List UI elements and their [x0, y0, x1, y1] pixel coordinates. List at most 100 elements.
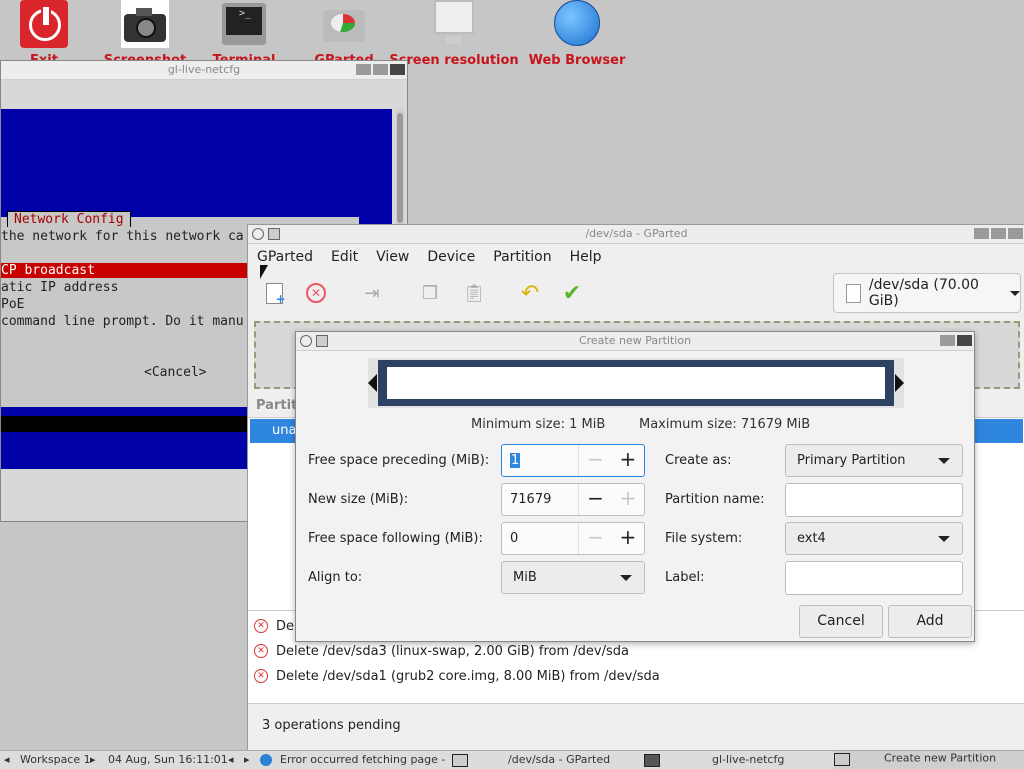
operation-item[interactable]: ✕ Delete /dev/sda1 (grub2 core.img, 8.00 …	[254, 664, 660, 688]
resize-button[interactable]: ⇥	[358, 279, 386, 307]
new-size-spinner[interactable]: 71679 − +	[501, 483, 645, 516]
minimize-button[interactable]	[356, 64, 371, 75]
desktop-icon-exit[interactable]: Exit	[19, 0, 69, 68]
desktop-icon-web-browser[interactable]: Web Browser	[529, 0, 625, 68]
align-to-value: MiB	[513, 570, 537, 585]
label-input[interactable]	[785, 561, 963, 595]
terminal-titlebar[interactable]: gl-live-netcfg	[1, 61, 407, 80]
create-partition-dialog[interactable]: Create new Partition Minimum size: 1 MiB…	[295, 331, 975, 642]
resize-handle-right-icon[interactable]	[895, 374, 904, 392]
maximize-button[interactable]	[991, 228, 1006, 239]
desktop-icon-gparted[interactable]: GParted	[314, 0, 374, 68]
chevron-down-icon	[938, 457, 950, 464]
desktop-icon-terminal[interactable]: >_ Terminal	[213, 0, 275, 68]
free-space-preceding-input[interactable]: 1	[502, 445, 580, 476]
operation-item[interactable]: ✕ Delete /dev/sda3 (linux-swap, 2.00 GiB)…	[254, 639, 629, 663]
menu-option[interactable]: atic IP address	[1, 280, 118, 295]
create-as-select[interactable]: Primary Partition	[785, 444, 963, 477]
workspace-prev-icon[interactable]: ◂	[4, 753, 10, 766]
copy-button[interactable]: ❐	[416, 279, 444, 307]
toolbar: + ✕ ⇥ ❐ 📋︎ ↶ ✔	[248, 273, 828, 317]
menu-device[interactable]: Device	[418, 244, 484, 272]
paste-button[interactable]: 📋︎	[460, 279, 488, 307]
new-document-icon: +	[265, 282, 286, 306]
decrement-button[interactable]: −	[579, 523, 611, 554]
window-menu-icon[interactable]	[252, 228, 264, 240]
menu-option[interactable]: command line prompt. Do it manu	[1, 314, 244, 329]
minimize-button[interactable]	[974, 228, 989, 239]
terminal-icon: >_	[222, 3, 266, 45]
taskbar-item-label: Create new Partition	[884, 751, 997, 765]
window-controls	[940, 335, 972, 346]
maximize-button[interactable]	[373, 64, 388, 75]
decrement-button[interactable]: −	[579, 445, 611, 476]
menu-help[interactable]: Help	[561, 244, 611, 272]
delete-button[interactable]: ✕	[302, 279, 330, 307]
disk-icon	[323, 10, 365, 42]
resize-icon: ⇥	[364, 282, 380, 304]
desktop-icon-screen-resolution[interactable]: Screen resolution	[389, 0, 519, 68]
menu-view[interactable]: View	[367, 244, 418, 272]
window-controls	[356, 64, 405, 75]
close-button[interactable]	[957, 335, 972, 346]
window-title: gl-live-netcfg	[167, 63, 241, 76]
menu-partition[interactable]: Partition	[484, 244, 560, 272]
add-button[interactable]: Add	[888, 605, 972, 638]
free-space-following-input[interactable]: 0	[502, 523, 580, 554]
partition-size-map[interactable]	[368, 358, 904, 408]
menu-option[interactable]: PoE	[1, 297, 24, 312]
taskbar-item-browser[interactable]: Error occurred fetching page -	[260, 753, 445, 766]
operation-text: Delete /dev/sda1 (grub2 core.img, 8.00 M…	[276, 668, 660, 684]
free-space-preceding-spinner[interactable]: 1 − +	[501, 444, 645, 477]
taskbar-item-terminal[interactable]: gl-live-netcfg	[644, 753, 784, 767]
menu-bar: GParted Edit View Device Partition Help	[248, 244, 611, 272]
undo-button[interactable]: ↶	[516, 279, 544, 307]
workspace-label[interactable]: Workspace 1	[20, 753, 91, 766]
align-to-label: Align to:	[308, 570, 363, 585]
chevron-down-icon	[1010, 290, 1020, 296]
minimize-button[interactable]	[940, 335, 955, 346]
cancel-button[interactable]: <Cancel>	[144, 365, 207, 380]
desktop-icon-screenshot[interactable]: Screenshot	[104, 0, 186, 68]
file-system-select[interactable]: ext4	[785, 522, 963, 555]
taskbar-item-label: Error occurred fetching page -	[280, 753, 446, 766]
close-button[interactable]	[390, 64, 405, 75]
delete-icon: ✕	[254, 644, 268, 658]
window-title: Create new Partition	[578, 334, 692, 347]
decrement-button[interactable]: −	[579, 484, 611, 515]
task-next-icon[interactable]: ▸	[244, 753, 250, 766]
label-label: Label:	[665, 570, 705, 585]
cancel-button[interactable]: Cancel	[799, 605, 883, 638]
new-size-input[interactable]: 71679	[502, 484, 580, 515]
create-as-value: Primary Partition	[797, 453, 906, 468]
task-prev-icon[interactable]: ◂	[228, 753, 234, 766]
device-selector[interactable]: /dev/sda (70.00 GiB)	[833, 273, 1021, 313]
increment-button[interactable]: +	[612, 445, 644, 476]
partition-frame[interactable]	[378, 360, 894, 406]
taskbar-item-gparted[interactable]: /dev/sda - GParted	[452, 753, 610, 767]
mouse-pointer-icon	[260, 265, 268, 279]
workspace-next-icon[interactable]: ▸	[90, 753, 96, 766]
scrollbar-thumb[interactable]	[397, 113, 403, 223]
partition-name-input[interactable]	[785, 483, 963, 517]
apply-button[interactable]: ✔	[558, 279, 586, 307]
close-button[interactable]	[1008, 228, 1023, 239]
increment-button[interactable]: +	[612, 523, 644, 554]
gparted-titlebar[interactable]: /dev/sda - GParted	[248, 225, 1024, 244]
increment-button[interactable]: +	[612, 484, 644, 515]
terminal-icon	[644, 753, 660, 767]
free-space-following-label: Free space following (MiB):	[308, 531, 483, 546]
align-to-select[interactable]: MiB	[501, 561, 645, 594]
new-partition-button[interactable]: +	[260, 279, 288, 307]
resize-handle-left-icon[interactable]	[368, 374, 377, 392]
selected-text: 1	[510, 453, 521, 468]
menu-edit[interactable]: Edit	[322, 244, 367, 272]
window-menu-icon[interactable]	[300, 335, 312, 347]
dialog-titlebar[interactable]: Create new Partition	[296, 332, 974, 351]
chevron-down-icon	[938, 535, 950, 542]
delete-icon: ✕	[306, 283, 326, 303]
create-as-label: Create as:	[665, 453, 732, 468]
taskbar-item-dialog[interactable]: Create new Partition	[834, 751, 1024, 769]
partition-name-label: Partition name:	[665, 492, 765, 507]
free-space-following-spinner[interactable]: 0 − +	[501, 522, 645, 555]
